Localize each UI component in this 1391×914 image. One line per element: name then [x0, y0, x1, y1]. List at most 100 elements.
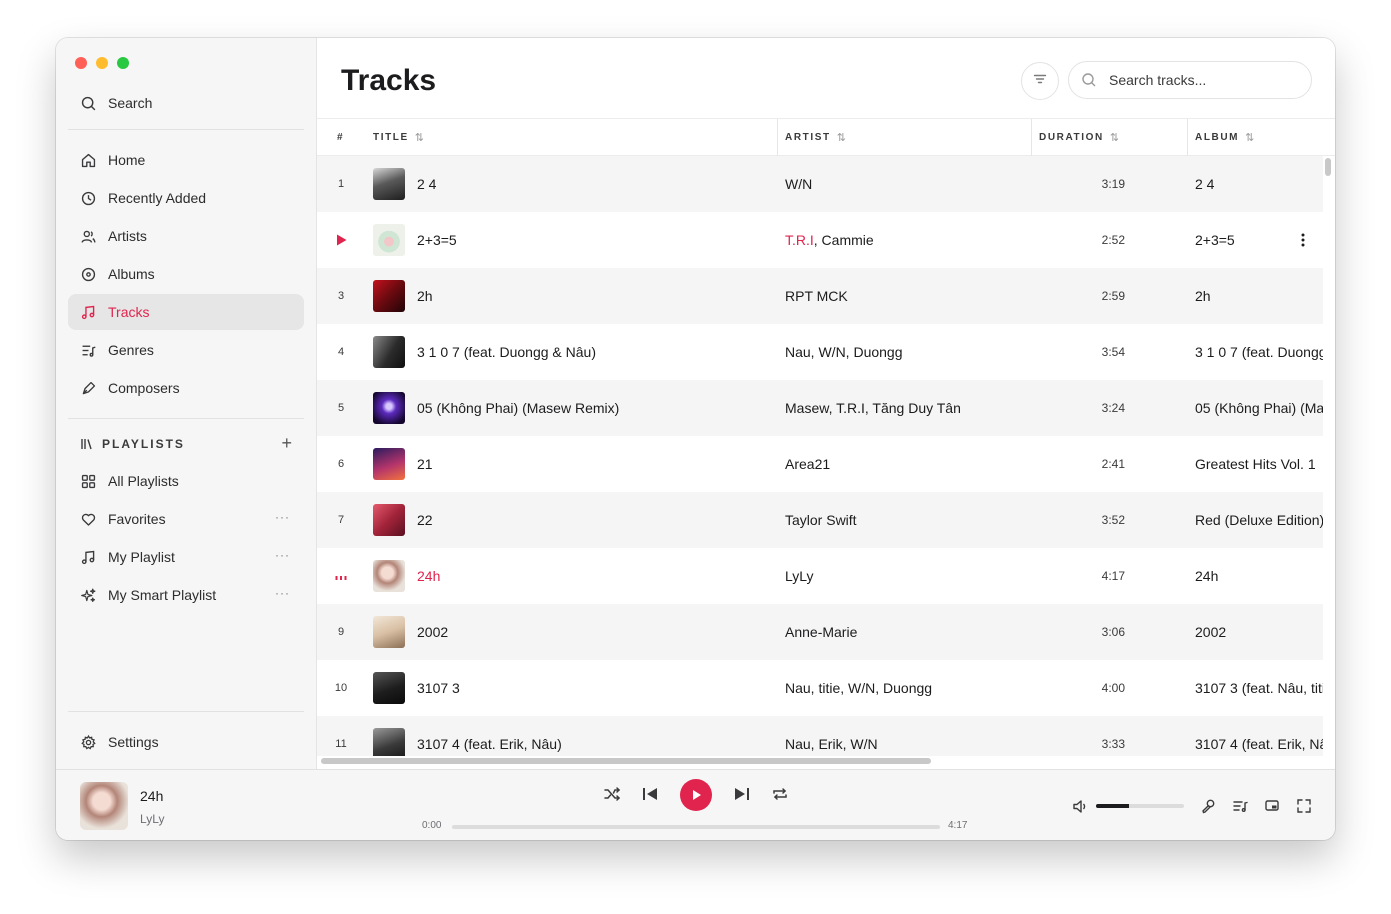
table-row[interactable]: 11 3107 4 (feat. Erik, Nâu) Nau, Erik, W… — [317, 716, 1323, 756]
track-artist[interactable]: Nau, titie, W/N, Duongg — [785, 660, 932, 716]
column-separator[interactable] — [777, 119, 778, 156]
repeat-icon — [773, 788, 787, 800]
table-row[interactable]: 9 2002 Anne-Marie 3:06 2002 — [317, 604, 1323, 660]
track-artist[interactable]: W/N — [785, 156, 812, 212]
row-more-button[interactable] — [1295, 230, 1311, 250]
sidebar-item-home[interactable]: Home — [68, 142, 304, 178]
queue-button[interactable] — [1230, 796, 1250, 816]
table-row[interactable]: 24h LyLy 4:17 24h — [317, 548, 1323, 604]
lyrics-button[interactable] — [1198, 796, 1218, 816]
artist-link[interactable]: T.R.I — [785, 232, 814, 248]
search-tracks-input[interactable] — [1109, 72, 1289, 88]
table-row[interactable]: 7 22 Taylor Swift 3:52 Red (Deluxe Editi… — [317, 492, 1323, 548]
column-header-title[interactable]: TITLE ⇅ — [373, 119, 424, 156]
track-artist[interactable]: Anne-Marie — [785, 604, 857, 660]
table-row[interactable]: 1 2 4 W/N 3:19 2 4 — [317, 156, 1323, 212]
sidebar-item-my-playlist[interactable]: My Playlist ··· — [68, 539, 304, 575]
player-bar: 24h LyLy 0:00 4:17 — [56, 769, 1335, 840]
track-album[interactable]: 3 1 0 7 (feat. Duongg & Nâu) — [1195, 324, 1323, 380]
track-duration: 3:33 — [1101, 737, 1125, 751]
table-row[interactable]: 4 3 1 0 7 (feat. Duongg & Nâu) Nau, W/N,… — [317, 324, 1323, 380]
track-album[interactable]: 2h — [1195, 268, 1323, 324]
next-button[interactable] — [732, 784, 752, 804]
more-options-button[interactable]: ··· — [275, 510, 290, 524]
zoom-window-button[interactable] — [117, 57, 129, 69]
column-header-number[interactable]: # — [337, 119, 344, 156]
sidebar-divider — [68, 711, 304, 712]
track-artist[interactable]: Nau, Erik, W/N — [785, 716, 878, 756]
track-album[interactable]: 05 (Không Phai) (Masew Remix) — [1195, 380, 1323, 436]
previous-button[interactable] — [640, 784, 660, 804]
sidebar-item-settings[interactable]: Settings — [68, 724, 304, 760]
now-playing-artwork[interactable] — [80, 782, 128, 830]
filter-button[interactable] — [1021, 62, 1059, 100]
sidebar-item-artists[interactable]: Artists — [68, 218, 304, 254]
column-header-album[interactable]: ALBUM ⇅ — [1195, 119, 1254, 156]
track-artist[interactable]: Area21 — [785, 436, 830, 492]
volume-slider[interactable] — [1096, 804, 1184, 808]
track-album[interactable]: 2002 — [1195, 604, 1323, 660]
list-music-icon — [78, 340, 98, 360]
sidebar-item-all-playlists[interactable]: All Playlists — [68, 463, 304, 499]
sidebar-item-recently-added[interactable]: Recently Added — [68, 180, 304, 216]
album-artwork — [373, 448, 405, 480]
shuffle-button[interactable] — [602, 784, 622, 804]
track-title: 22 — [417, 512, 433, 528]
column-header-artist[interactable]: ARTIST ⇅ — [785, 119, 846, 156]
more-options-button[interactable]: ··· — [275, 548, 290, 562]
sidebar-item-my-smart-playlist[interactable]: My Smart Playlist ··· — [68, 577, 304, 613]
more-options-button[interactable]: ··· — [275, 586, 290, 600]
track-album[interactable]: 2 4 — [1195, 156, 1323, 212]
column-header-label: ALBUM — [1195, 132, 1240, 143]
track-artist[interactable]: LyLy — [785, 548, 814, 604]
repeat-button[interactable] — [770, 784, 790, 804]
artist-link[interactable]: , Cammie — [814, 232, 874, 248]
fullscreen-button[interactable] — [1294, 796, 1314, 816]
table-row[interactable]: 6 21 Area21 2:41 Greatest Hits Vol. 1 — [317, 436, 1323, 492]
airplay-button[interactable] — [1262, 796, 1282, 816]
pen-icon — [78, 378, 98, 398]
track-album[interactable]: 3107 4 (feat. Erik, Nâu) — [1195, 716, 1323, 756]
album-artwork — [373, 728, 405, 756]
table-row[interactable]: 2+3=5 T.R.I, Cammie 2:52 2+3=5 — [317, 212, 1323, 268]
search-tracks-field[interactable] — [1068, 61, 1312, 99]
sort-icon: ⇅ — [414, 132, 424, 144]
column-header-duration[interactable]: DURATION ⇅ — [1039, 119, 1119, 156]
now-playing-artist[interactable]: LyLy — [140, 812, 164, 826]
table-row[interactable]: 3 2h RPT MCK 2:59 2h — [317, 268, 1323, 324]
sidebar-item-favorites[interactable]: Favorites ··· — [68, 501, 304, 537]
sidebar-item-tracks[interactable]: Tracks — [68, 294, 304, 330]
track-album[interactable]: 24h — [1195, 548, 1323, 604]
vertical-scrollbar[interactable] — [1325, 158, 1331, 176]
progress-bar[interactable] — [452, 825, 940, 829]
column-separator[interactable] — [1187, 119, 1188, 156]
track-album[interactable]: Greatest Hits Vol. 1 — [1195, 436, 1323, 492]
track-artist[interactable]: Nau, W/N, Duongg — [785, 324, 903, 380]
sort-icon: ⇅ — [836, 132, 846, 144]
track-number: 11 — [335, 738, 347, 750]
volume-button[interactable] — [1070, 796, 1090, 816]
track-artist[interactable]: RPT MCK — [785, 268, 848, 324]
sidebar-item-genres[interactable]: Genres — [68, 332, 304, 368]
users-icon — [78, 226, 98, 246]
add-playlist-button[interactable]: + — [281, 434, 292, 452]
close-window-button[interactable] — [75, 57, 87, 69]
shuffle-icon — [604, 787, 621, 801]
minimize-window-button[interactable] — [96, 57, 108, 69]
sidebar-search[interactable]: Search — [68, 85, 304, 121]
play-button[interactable] — [680, 779, 712, 811]
sidebar-item-composers[interactable]: Composers — [68, 370, 304, 406]
row-play-button[interactable] — [317, 212, 365, 268]
track-album[interactable]: Red (Deluxe Edition) — [1195, 492, 1323, 548]
now-playing-title[interactable]: 24h — [140, 788, 163, 804]
track-album[interactable]: 3107 3 (feat. Nâu, titie) — [1195, 660, 1323, 716]
sidebar-item-albums[interactable]: Albums — [68, 256, 304, 292]
track-artist[interactable]: Masew, T.R.I, Tăng Duy Tân — [785, 380, 961, 436]
column-separator[interactable] — [1031, 119, 1032, 156]
table-row[interactable]: 5 05 (Không Phai) (Masew Remix) Masew, T… — [317, 380, 1323, 436]
horizontal-scrollbar[interactable] — [321, 758, 931, 764]
track-duration: 3:19 — [1101, 177, 1125, 191]
track-artist[interactable]: T.R.I, Cammie — [785, 212, 874, 268]
track-artist[interactable]: Taylor Swift — [785, 492, 857, 548]
table-row[interactable]: 10 3107 3 Nau, titie, W/N, Duongg 4:00 3… — [317, 660, 1323, 716]
